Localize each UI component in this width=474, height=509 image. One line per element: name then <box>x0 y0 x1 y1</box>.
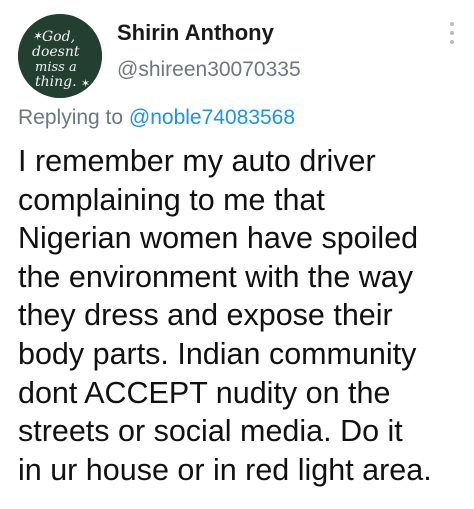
avatar-text-line-2: doesnt <box>32 44 80 60</box>
tweet-text-line: they dress and expose their <box>18 298 393 333</box>
tweet-card[interactable]: ✶ God, doesnt miss a thing. ✶ Shirin Ant… <box>0 0 474 509</box>
tweet-text-line: complaining to me that <box>18 182 325 217</box>
tweet-text-line: dont ACCEPT nudity on the <box>18 375 391 410</box>
more-vertical-icon[interactable] <box>445 22 459 52</box>
tweet-text-line: Nigerian women have spoiled <box>18 221 419 256</box>
tweet-text-line: in ur house or in red light area. <box>18 452 432 487</box>
avatar-image: ✶ God, doesnt miss a thing. ✶ <box>18 14 102 98</box>
svg-text:✶: ✶ <box>81 77 90 90</box>
replying-to: Replying to @noble74083568 <box>18 106 295 130</box>
avatar-text-line-3: miss a <box>35 60 77 75</box>
author-display-name[interactable]: Shirin Anthony <box>117 20 274 46</box>
avatar-text-line-4: thing. <box>35 74 77 90</box>
tweet-text-line: streets or social media. Do it <box>18 414 403 449</box>
tweet-text-line: the environment with the way <box>18 259 414 294</box>
tweet-text: I remember my auto driver complaining to… <box>18 142 474 489</box>
tweet-text-line: I remember my auto driver <box>18 144 376 178</box>
avatar-text-line-1: God, <box>42 29 75 45</box>
avatar[interactable]: ✶ God, doesnt miss a thing. ✶ <box>18 14 102 98</box>
replying-to-label: Replying to <box>18 106 124 129</box>
replying-to-mention-link[interactable]: @noble74083568 <box>129 106 295 129</box>
tweet-text-line: body parts. Indian community <box>18 336 417 371</box>
author-handle[interactable]: @shireen30070335 <box>117 58 301 82</box>
